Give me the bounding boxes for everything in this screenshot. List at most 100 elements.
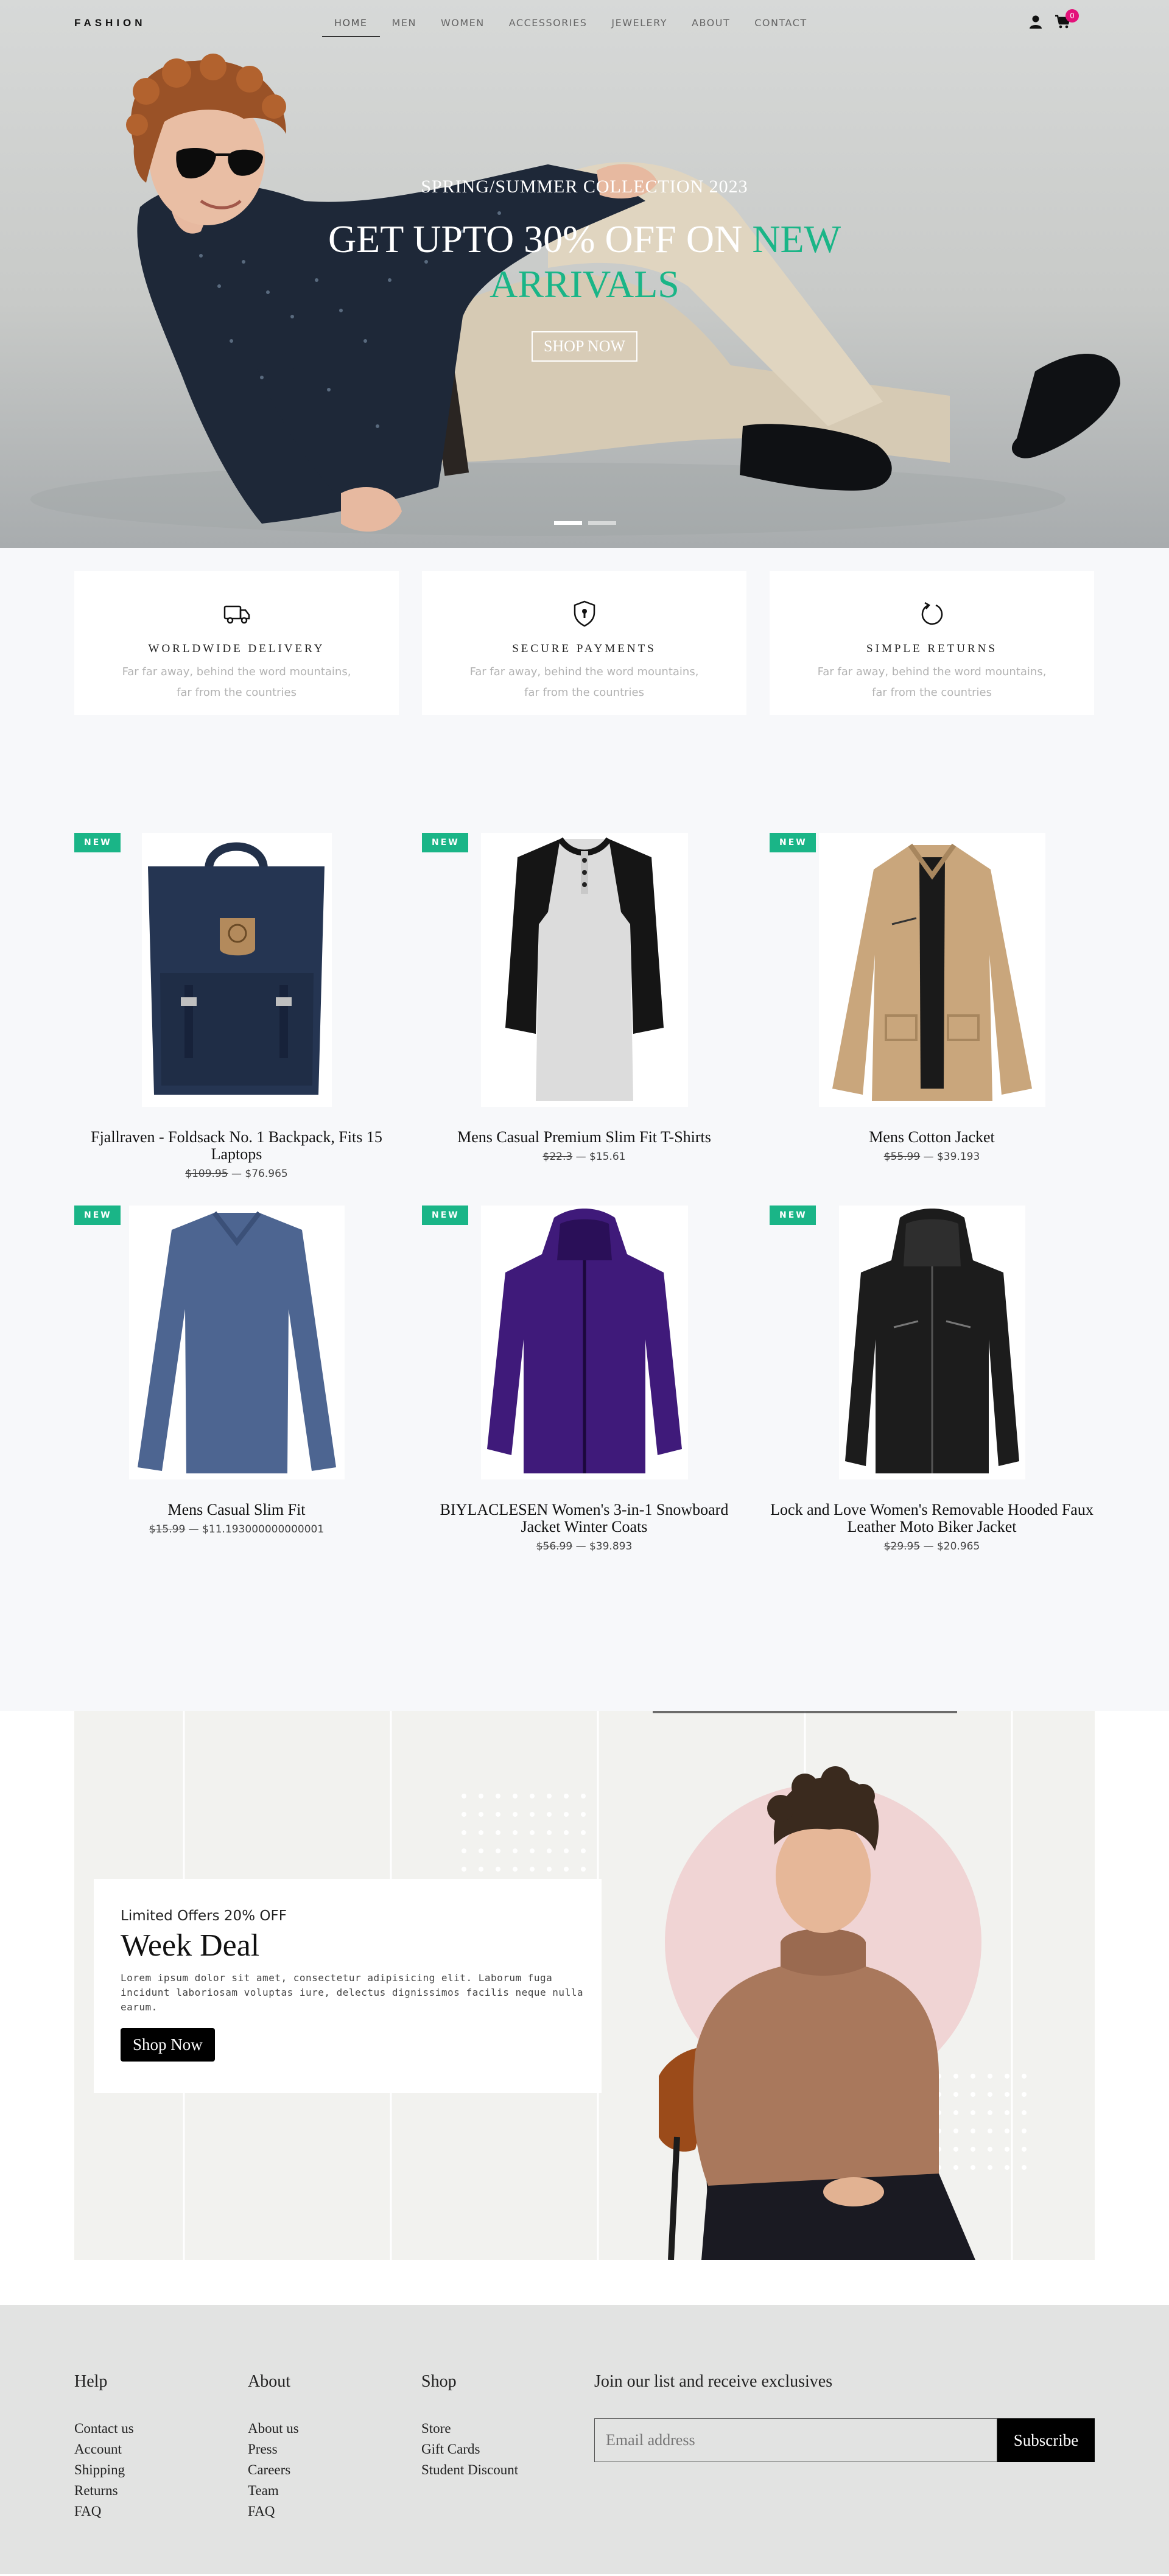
footer-link[interactable]: Shipping [74,2460,134,2480]
site-footer: Help Contact us Account Shipping Returns… [0,2305,1169,2574]
product-price: $55.99 — $39.193 [770,1148,1094,1165]
feature-card-returns: SIMPLE RETURNS Far far away, behind the … [770,571,1094,715]
product-card[interactable]: NEW Mens Casual Slim Fit $15.99 — $11.19… [74,1206,399,1578]
product-image-snowboard-jacket[interactable] [480,1206,688,1479]
sale-price: $39.893 [589,1540,633,1553]
footer-heading: About [248,2372,290,2391]
new-badge: NEW [770,1206,816,1225]
truck-icon [223,605,250,624]
product-info: Lock and Love Women's Removable Hooded F… [770,1501,1094,1555]
price-separator: — [920,1540,937,1553]
feature-description: Far far away, behind the word mountains,… [770,662,1094,703]
feature-text-line: Far far away, behind the word mountains, [817,665,1047,678]
new-badge: NEW [74,1206,121,1225]
product-name[interactable]: Mens Casual Slim Fit [74,1501,399,1518]
user-icon[interactable] [1029,15,1042,32]
footer-link[interactable]: Returns [74,2480,134,2501]
footer-link[interactable]: Gift Cards [421,2439,518,2460]
carousel-indicators [554,521,616,525]
products-section: NEW Fjallraven - Foldsack No. 1 Backpack… [0,810,1169,1711]
email-input[interactable] [594,2418,997,2462]
footer-link[interactable]: Careers [248,2460,299,2480]
feature-title: SECURE PAYMENTS [512,642,656,655]
product-card[interactable]: NEW BIYLACLESEN Women's 3-in-1 Snowboard… [422,1206,746,1578]
carousel-dot-2[interactable] [588,521,616,525]
price-separator: — [920,1151,937,1163]
newsletter-title: Join our list and receive exclusives [594,2372,833,2391]
cart-count-badge: 0 [1065,9,1079,23]
footer-link[interactable]: Student Discount [421,2460,518,2480]
nav-accessories[interactable]: ACCESSORIES [497,17,600,37]
footer-link[interactable]: Contact us [74,2418,134,2439]
nav-jewelery[interactable]: JEWELERY [599,17,679,37]
product-card[interactable]: NEW Mens Cotton Jacket $55.99 — $39.193 [770,833,1094,1206]
hero-title-main: GET UPTO 30% OFF ON [328,217,753,261]
nav-contact[interactable]: CONTACT [742,17,819,37]
feature-title: WORLDWIDE DELIVERY [148,642,325,655]
cart-button[interactable]: 0 [1055,9,1079,32]
price-separator: — [228,1168,245,1180]
product-image-slim-fit[interactable] [128,1206,345,1479]
nav-women[interactable]: WOMEN [429,17,497,37]
product-name[interactable]: Mens Casual Premium Slim Fit T-Shirts [422,1129,746,1146]
carousel-dot-1[interactable] [554,521,582,525]
feature-text-line: Far far away, behind the word mountains, [122,665,351,678]
new-badge: NEW [74,833,121,852]
deal-banner: Limited Offers 20% OFF Week Deal Lorem i… [74,1711,1095,2260]
product-image-tshirt[interactable] [480,833,688,1107]
nav-about[interactable]: ABOUT [679,17,742,37]
old-price: $15.99 [149,1523,186,1535]
old-price: $29.95 [883,1540,921,1553]
footer-link[interactable]: Store [421,2418,518,2439]
new-badge: NEW [770,833,816,852]
deal-shop-now-button[interactable]: Shop Now [121,2028,215,2062]
old-price: $55.99 [883,1151,921,1163]
product-card[interactable]: NEW Lock and Love Women's Removable Hood… [770,1206,1094,1578]
footer-link[interactable]: Account [74,2439,134,2460]
product-price: $29.95 — $20.965 [770,1538,1094,1555]
old-price: $109.95 [185,1168,228,1180]
footer-link[interactable]: FAQ [248,2501,299,2522]
feature-text-line: Far far away, behind the word mountains, [469,665,699,678]
nav-icon-group: 0 [1029,9,1079,32]
feature-card-delivery: WORLDWIDE DELIVERY Far far away, behind … [74,571,399,715]
site-logo[interactable]: FASHION [74,17,146,29]
hero-title: GET UPTO 30% OFF ON NEW ARRIVALS [0,217,1169,307]
product-price: $56.99 — $39.893 [422,1538,746,1555]
footer-link[interactable]: FAQ [74,2501,134,2522]
product-card[interactable]: NEW Fjallraven - Foldsack No. 1 Backpack… [74,833,399,1206]
footer-link[interactable]: Press [248,2439,299,2460]
product-name[interactable]: Lock and Love Women's Removable Hooded F… [770,1501,1094,1535]
sale-price: $20.965 [936,1540,980,1553]
deal-model-image [659,1766,981,2260]
hero-banner: SPRING/SUMMER COLLECTION 2023 GET UPTO 3… [0,0,1169,548]
product-image-backpack[interactable] [141,833,332,1107]
old-price: $56.99 [536,1540,573,1553]
newsletter-form: Subscribe [594,2418,1095,2462]
nav-men[interactable]: MEN [380,17,429,37]
deal-card: Limited Offers 20% OFF Week Deal Lorem i… [94,1879,602,2093]
feature-description: Far far away, behind the word mountains,… [422,662,746,703]
product-image-leather-jacket[interactable] [838,1206,1025,1479]
footer-column-help: Help Contact us Account Shipping Returns… [74,2372,134,2522]
subscribe-button[interactable]: Subscribe [997,2418,1095,2462]
feature-text-line: far from the countries [524,686,644,699]
hero-subtitle: SPRING/SUMMER COLLECTION 2023 [421,177,748,197]
footer-link[interactable]: About us [248,2418,299,2439]
product-card[interactable]: NEW Mens Casual Premium Slim Fit T-Shirt… [422,833,746,1206]
product-name[interactable]: BIYLACLESEN Women's 3-in-1 Snowboard Jac… [422,1501,746,1535]
shop-now-button[interactable]: SHOP NOW [531,331,638,362]
product-name[interactable]: Mens Cotton Jacket [770,1129,1094,1146]
footer-link[interactable]: Team [248,2480,299,2501]
newsletter-block: Join our list and receive exclusives Sub… [594,2372,1095,2462]
top-navigation: FASHION HOME MEN WOMEN ACCESSORIES JEWEL… [0,0,1169,47]
product-image-cotton-jacket[interactable] [818,833,1045,1107]
feature-text-line: far from the countries [177,686,297,699]
nav-home[interactable]: HOME [322,17,380,37]
product-info: Mens Casual Slim Fit $15.99 — $11.193000… [74,1501,399,1538]
product-price: $22.3 — $15.61 [422,1148,746,1165]
product-name[interactable]: Fjallraven - Foldsack No. 1 Backpack, Fi… [74,1129,399,1163]
product-info: BIYLACLESEN Women's 3-in-1 Snowboard Jac… [422,1501,746,1555]
feature-text-line: far from the countries [872,686,992,699]
sale-price: $76.965 [245,1168,288,1180]
